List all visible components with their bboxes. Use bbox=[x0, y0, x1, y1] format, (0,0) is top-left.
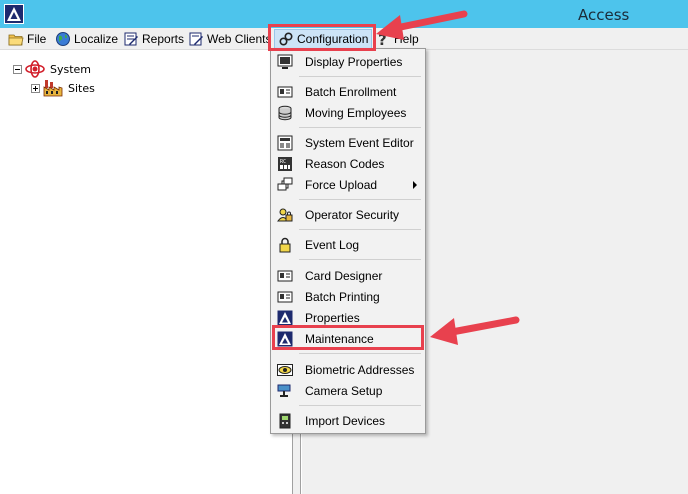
menu-item-label: Batch Printing bbox=[305, 290, 380, 304]
menu-separator bbox=[299, 405, 421, 406]
menu-item-label: Import Devices bbox=[305, 414, 386, 428]
menu-separator bbox=[299, 127, 421, 128]
factory-icon bbox=[43, 79, 63, 97]
menu-item-label: Operator Security bbox=[305, 208, 400, 222]
menu-item-label: Properties bbox=[305, 311, 360, 325]
menu-item-biometric-addresses[interactable]: Biometric Addresses bbox=[273, 360, 423, 380]
menu-item-label: Event Log bbox=[305, 238, 360, 252]
card-designer-icon bbox=[277, 268, 293, 284]
menu-separator bbox=[299, 259, 421, 260]
submenu-arrow-icon bbox=[413, 181, 417, 189]
collapse-icon[interactable] bbox=[13, 64, 22, 74]
upload-icon bbox=[277, 177, 293, 193]
menu-item-batch-printing[interactable]: Batch Printing bbox=[273, 287, 423, 307]
tree-node-system[interactable]: System bbox=[13, 60, 91, 78]
arrow-to-configuration-icon bbox=[376, 10, 468, 40]
menu-localize[interactable]: Localize bbox=[55, 28, 118, 50]
tree-pane[interactable]: System Sites bbox=[0, 50, 293, 494]
menu-web-clients-label: Web Clients bbox=[207, 32, 272, 46]
menu-item-label: Force Upload bbox=[305, 178, 378, 192]
id-card-icon bbox=[277, 84, 293, 100]
database-icon bbox=[277, 105, 293, 121]
app-logo-icon bbox=[277, 310, 293, 326]
configuration-highlight bbox=[268, 24, 376, 51]
menu-item-moving-employees[interactable]: Moving Employees bbox=[273, 103, 423, 123]
menu-reports[interactable]: Reports bbox=[123, 28, 184, 50]
lock-icon bbox=[277, 237, 293, 253]
maintenance-highlight bbox=[272, 325, 424, 350]
menu-separator bbox=[299, 76, 421, 77]
menu-item-display-properties[interactable]: Display Properties bbox=[273, 52, 423, 72]
menu-item-label: Moving Employees bbox=[305, 106, 407, 120]
operator-security-icon bbox=[277, 207, 293, 223]
svg-text:RC: RC bbox=[280, 159, 286, 165]
tree-node-sites[interactable]: Sites bbox=[31, 79, 95, 97]
menu-item-label: Display Properties bbox=[305, 55, 403, 69]
window-title: Access bbox=[578, 6, 630, 24]
tree-node-sites-label: Sites bbox=[68, 81, 95, 95]
pencil-document-icon bbox=[188, 31, 204, 47]
configuration-menu: Display Properties Batch Enrollment Movi… bbox=[270, 48, 426, 434]
menu-item-system-event-editor[interactable]: System Event Editor bbox=[273, 133, 423, 153]
menu-item-label: Batch Enrollment bbox=[305, 85, 397, 99]
tree-node-system-label: System bbox=[50, 62, 92, 76]
menu-item-import-devices[interactable]: Import Devices bbox=[273, 411, 423, 431]
menu-item-event-log[interactable]: Event Log bbox=[273, 235, 423, 255]
event-editor-icon bbox=[277, 135, 293, 151]
app-logo-icon[interactable] bbox=[4, 4, 24, 24]
report-icon bbox=[123, 31, 139, 47]
batch-printing-icon bbox=[277, 289, 293, 305]
menu-separator bbox=[299, 353, 421, 354]
menu-item-operator-security[interactable]: Operator Security bbox=[273, 205, 423, 225]
menu-web-clients[interactable]: Web Clients bbox=[188, 28, 271, 50]
menu-item-reason-codes[interactable]: RC Reason Codes bbox=[273, 154, 423, 174]
menu-item-batch-enrollment[interactable]: Batch Enrollment bbox=[273, 82, 423, 102]
menu-item-force-upload[interactable]: Force Upload bbox=[273, 175, 423, 195]
monitor-icon bbox=[277, 54, 293, 70]
reason-codes-icon: RC bbox=[277, 156, 293, 172]
menu-item-label: Biometric Addresses bbox=[305, 363, 415, 377]
menu-file-label: File bbox=[27, 32, 47, 46]
menu-item-label: Camera Setup bbox=[305, 384, 383, 398]
device-icon bbox=[277, 413, 293, 429]
menu-item-label: Reason Codes bbox=[305, 157, 385, 171]
camera-icon bbox=[277, 383, 293, 399]
menu-item-camera-setup[interactable]: Camera Setup bbox=[273, 381, 423, 401]
eye-icon bbox=[277, 362, 293, 378]
system-icon bbox=[25, 60, 45, 78]
folder-icon bbox=[8, 31, 24, 47]
menu-item-label: System Event Editor bbox=[305, 136, 414, 150]
expand-icon[interactable] bbox=[31, 83, 40, 93]
menu-localize-label: Localize bbox=[74, 32, 119, 46]
menu-file[interactable]: File bbox=[8, 28, 46, 50]
menu-reports-label: Reports bbox=[142, 32, 185, 46]
menu-separator bbox=[299, 229, 421, 230]
arrow-to-maintenance-icon bbox=[430, 316, 520, 345]
menu-item-label: Card Designer bbox=[305, 269, 383, 283]
globe-icon bbox=[55, 31, 71, 47]
menu-separator bbox=[299, 199, 421, 200]
menu-item-card-designer[interactable]: Card Designer bbox=[273, 266, 423, 286]
